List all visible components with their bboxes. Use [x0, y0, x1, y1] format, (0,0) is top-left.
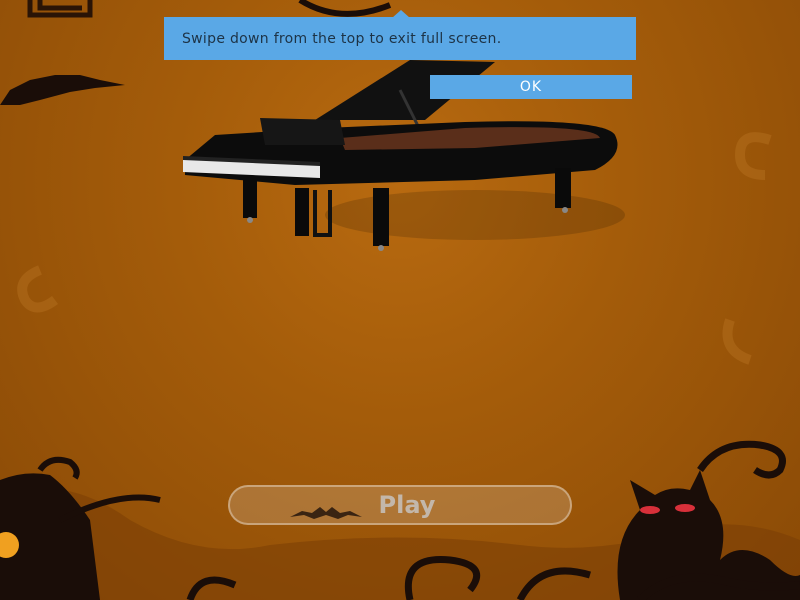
cat-eye-right: [675, 504, 695, 512]
bat-icon: [290, 507, 362, 519]
bat-icon: [0, 75, 125, 105]
ok-button[interactable]: OK: [430, 75, 632, 99]
play-label: Play: [378, 491, 436, 519]
fullscreen-toast: Swipe down from the top to exit full scr…: [164, 17, 636, 60]
frame-silhouette: [27, 0, 93, 18]
cat-eye-left: [640, 506, 660, 514]
cat-silhouette-icon: [617, 440, 800, 600]
toast-message: Swipe down from the top to exit full scr…: [182, 30, 502, 47]
play-button[interactable]: Play: [228, 485, 572, 525]
